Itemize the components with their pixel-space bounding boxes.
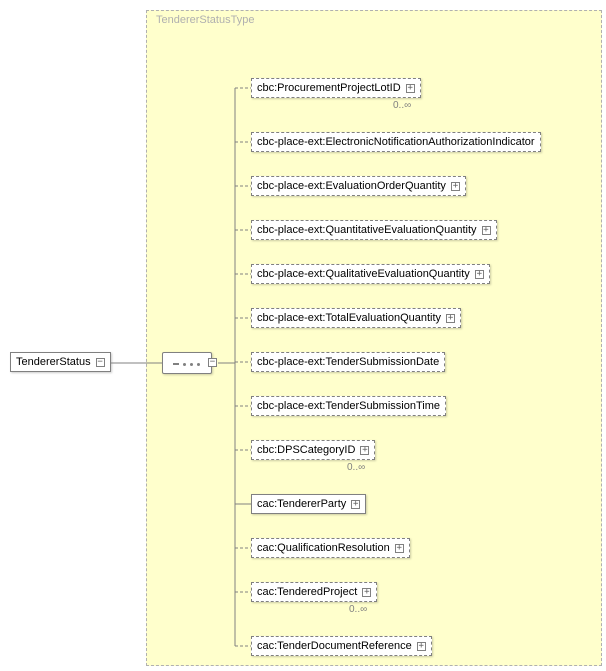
- child-element-label: cac:TendererParty: [257, 498, 346, 510]
- child-element-label: cac:TenderDocumentReference: [257, 640, 412, 652]
- toggle-plus-icon[interactable]: [406, 84, 415, 93]
- child-element-label: cbc-place-ext:TenderSubmissionDate: [257, 356, 439, 368]
- child-element[interactable]: cac:TenderDocumentReference: [251, 636, 432, 656]
- child-element[interactable]: cac:TendererParty: [251, 494, 366, 514]
- child-element[interactable]: cbc-place-ext:TenderSubmissionDate: [251, 352, 445, 372]
- type-container: [146, 10, 602, 666]
- child-element[interactable]: cbc-place-ext:TotalEvaluationQuantity: [251, 308, 461, 328]
- toggle-plus-icon[interactable]: [446, 314, 455, 323]
- child-element-label: cbc-place-ext:ElectronicNotificationAuth…: [257, 136, 535, 148]
- child-element[interactable]: cbc-place-ext:QuantitativeEvaluationQuan…: [251, 220, 497, 240]
- child-element-label: cbc-place-ext:QualitativeEvaluationQuant…: [257, 268, 470, 280]
- child-element-label: cbc-place-ext:TenderSubmissionTime: [257, 400, 440, 412]
- child-element[interactable]: cbc-place-ext:EvaluationOrderQuantity: [251, 176, 466, 196]
- toggle-plus-icon[interactable]: [451, 182, 460, 191]
- child-element-label: cbc-place-ext:TotalEvaluationQuantity: [257, 312, 441, 324]
- toggle-plus-icon[interactable]: [475, 270, 484, 279]
- root-element[interactable]: TendererStatus: [10, 352, 111, 372]
- toggle-plus-icon[interactable]: [482, 226, 491, 235]
- toggle-minus-icon[interactable]: [96, 358, 105, 367]
- toggle-minus-icon[interactable]: [208, 358, 217, 367]
- child-element-label: cac:TenderedProject: [257, 586, 357, 598]
- child-element[interactable]: cbc:ProcurementProjectLotID: [251, 78, 421, 98]
- root-element-label: TendererStatus: [16, 356, 91, 368]
- child-element-label: cbc-place-ext:EvaluationOrderQuantity: [257, 180, 446, 192]
- cardinality-label: 0..∞: [347, 462, 365, 473]
- toggle-plus-icon[interactable]: [351, 500, 360, 509]
- type-name-label: TendererStatusType: [156, 14, 254, 26]
- sequence-dots-icon: [173, 361, 201, 367]
- child-element-label: cbc:DPSCategoryID: [257, 444, 355, 456]
- child-element-label: cbc:ProcurementProjectLotID: [257, 82, 401, 94]
- toggle-plus-icon[interactable]: [395, 544, 404, 553]
- cardinality-label: 0..∞: [349, 604, 367, 615]
- child-element[interactable]: cbc-place-ext:TenderSubmissionTime: [251, 396, 446, 416]
- child-element-label: cac:QualificationResolution: [257, 542, 390, 554]
- child-element[interactable]: cac:QualificationResolution: [251, 538, 410, 558]
- sequence-compositor[interactable]: [162, 352, 212, 374]
- child-element[interactable]: cac:TenderedProject: [251, 582, 377, 602]
- cardinality-label: 0..∞: [393, 100, 411, 111]
- child-element[interactable]: cbc-place-ext:ElectronicNotificationAuth…: [251, 132, 541, 152]
- child-element-label: cbc-place-ext:QuantitativeEvaluationQuan…: [257, 224, 477, 236]
- toggle-plus-icon[interactable]: [362, 588, 371, 597]
- toggle-plus-icon[interactable]: [417, 642, 426, 651]
- toggle-plus-icon[interactable]: [360, 446, 369, 455]
- child-element[interactable]: cbc:DPSCategoryID: [251, 440, 375, 460]
- child-element[interactable]: cbc-place-ext:QualitativeEvaluationQuant…: [251, 264, 490, 284]
